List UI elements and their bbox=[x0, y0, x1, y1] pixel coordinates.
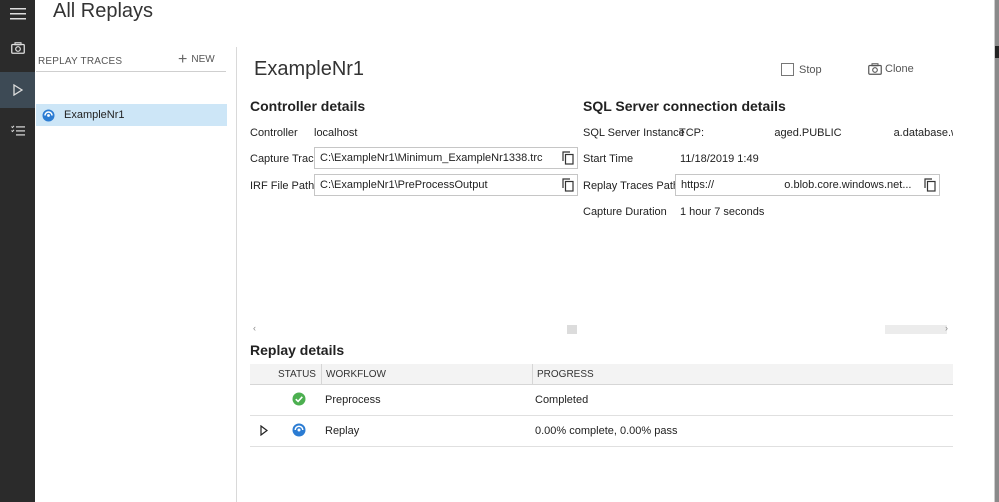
stop-button[interactable]: Stop bbox=[781, 63, 822, 76]
stop-label: Stop bbox=[799, 63, 822, 76]
in-progress-icon bbox=[292, 423, 306, 437]
start-time-label: Start Time bbox=[583, 153, 634, 165]
app-title: All Replays bbox=[53, 0, 154, 22]
column-status[interactable]: STATUS bbox=[278, 369, 316, 380]
column-workflow[interactable]: WORKFLOW bbox=[326, 369, 386, 380]
check-circle-icon bbox=[292, 392, 306, 406]
traces-divider bbox=[36, 71, 226, 72]
scroll-right-icon[interactable]: › bbox=[945, 323, 948, 333]
irf-file-path-label: IRF File Path bbox=[250, 180, 315, 192]
controller-details-heading: Controller details bbox=[250, 98, 366, 114]
workflow-cell: Preprocess bbox=[325, 394, 381, 406]
copy-icon[interactable] bbox=[559, 151, 577, 165]
task-list-icon bbox=[10, 125, 25, 136]
capture-trace-field[interactable]: C:\ExampleNr1\Minimum_ExampleNr1338.trc bbox=[314, 147, 578, 169]
irf-file-path-value: C:\ExampleNr1\PreProcessOutput bbox=[320, 179, 488, 191]
hamburger-menu-button[interactable] bbox=[0, 0, 35, 32]
sql-details-heading: SQL Server connection details bbox=[583, 98, 786, 114]
rail-replay-button[interactable] bbox=[0, 72, 35, 108]
camera-icon bbox=[868, 63, 882, 75]
expand-row-icon[interactable] bbox=[260, 425, 268, 436]
replay-traces-path-value: https:// o.blob.core.windows.net... bbox=[681, 179, 912, 191]
scrollbar-track bbox=[885, 325, 947, 334]
details-horizontal-scrollbar[interactable]: ‹ › bbox=[251, 323, 953, 334]
copy-icon[interactable] bbox=[921, 178, 939, 192]
column-separator bbox=[321, 364, 322, 384]
sql-instance-label: SQL Server Instance bbox=[583, 127, 685, 139]
scroll-left-icon[interactable]: ‹ bbox=[253, 323, 256, 333]
plus-icon: + bbox=[178, 50, 188, 68]
table-row[interactable]: Preprocess Completed bbox=[250, 385, 953, 416]
trace-title: ExampleNr1 bbox=[254, 58, 365, 80]
irf-file-path-field[interactable]: C:\ExampleNr1\PreProcessOutput bbox=[314, 174, 578, 196]
capture-trace-label: Capture Trace bbox=[250, 153, 320, 165]
replay-details-heading: Replay details bbox=[250, 342, 345, 358]
clone-label: Clone bbox=[885, 63, 914, 75]
workflow-cell: Replay bbox=[325, 425, 360, 437]
replay-traces-path-field[interactable]: https:// o.blob.core.windows.net... bbox=[675, 174, 940, 196]
new-trace-label: NEW bbox=[191, 54, 215, 65]
window-scrollbar[interactable] bbox=[995, 0, 999, 502]
copy-icon[interactable] bbox=[559, 178, 577, 192]
replay-status-icon bbox=[42, 109, 55, 121]
replay-traces-header: REPLAY TRACES bbox=[38, 56, 123, 67]
start-time-value: 11/18/2019 1:49 bbox=[680, 153, 759, 165]
hamburger-icon bbox=[9, 8, 26, 20]
clone-button[interactable]: Clone bbox=[868, 63, 914, 75]
rail-capture-button[interactable] bbox=[0, 30, 35, 66]
scrollbar-thumb[interactable] bbox=[567, 325, 577, 334]
controller-label: Controller bbox=[250, 127, 298, 139]
replay-table-header: STATUS WORKFLOW PROGRESS bbox=[250, 364, 953, 385]
column-progress[interactable]: PROGRESS bbox=[537, 369, 594, 380]
column-separator bbox=[532, 364, 533, 384]
capture-trace-value: C:\ExampleNr1\Minimum_ExampleNr1338.trc bbox=[320, 152, 543, 164]
table-row[interactable]: Replay 0.00% complete, 0.00% pass bbox=[250, 416, 953, 447]
controller-value: localhost bbox=[314, 127, 358, 139]
capture-duration-value: 1 hour 7 seconds bbox=[680, 206, 765, 218]
capture-duration-label: Capture Duration bbox=[583, 206, 667, 218]
play-icon bbox=[12, 84, 23, 96]
sql-instance-value: TCP: aged.PUBLIC a.database.windo bbox=[679, 127, 953, 139]
window-scrollbar-thumb[interactable] bbox=[995, 46, 999, 58]
progress-cell: 0.00% complete, 0.00% pass bbox=[535, 425, 678, 437]
rail-list-button[interactable] bbox=[0, 113, 35, 149]
trace-item-label: ExampleNr1 bbox=[64, 109, 125, 121]
camera-icon bbox=[10, 42, 25, 54]
progress-cell: Completed bbox=[535, 394, 589, 406]
trace-item-examplenr1[interactable]: ExampleNr1 bbox=[36, 104, 227, 126]
panel-divider bbox=[236, 47, 237, 502]
stop-checkbox-icon bbox=[781, 63, 794, 76]
new-trace-button[interactable]: + NEW bbox=[178, 50, 215, 68]
replay-traces-path-label: Replay Traces Path bbox=[583, 180, 679, 192]
